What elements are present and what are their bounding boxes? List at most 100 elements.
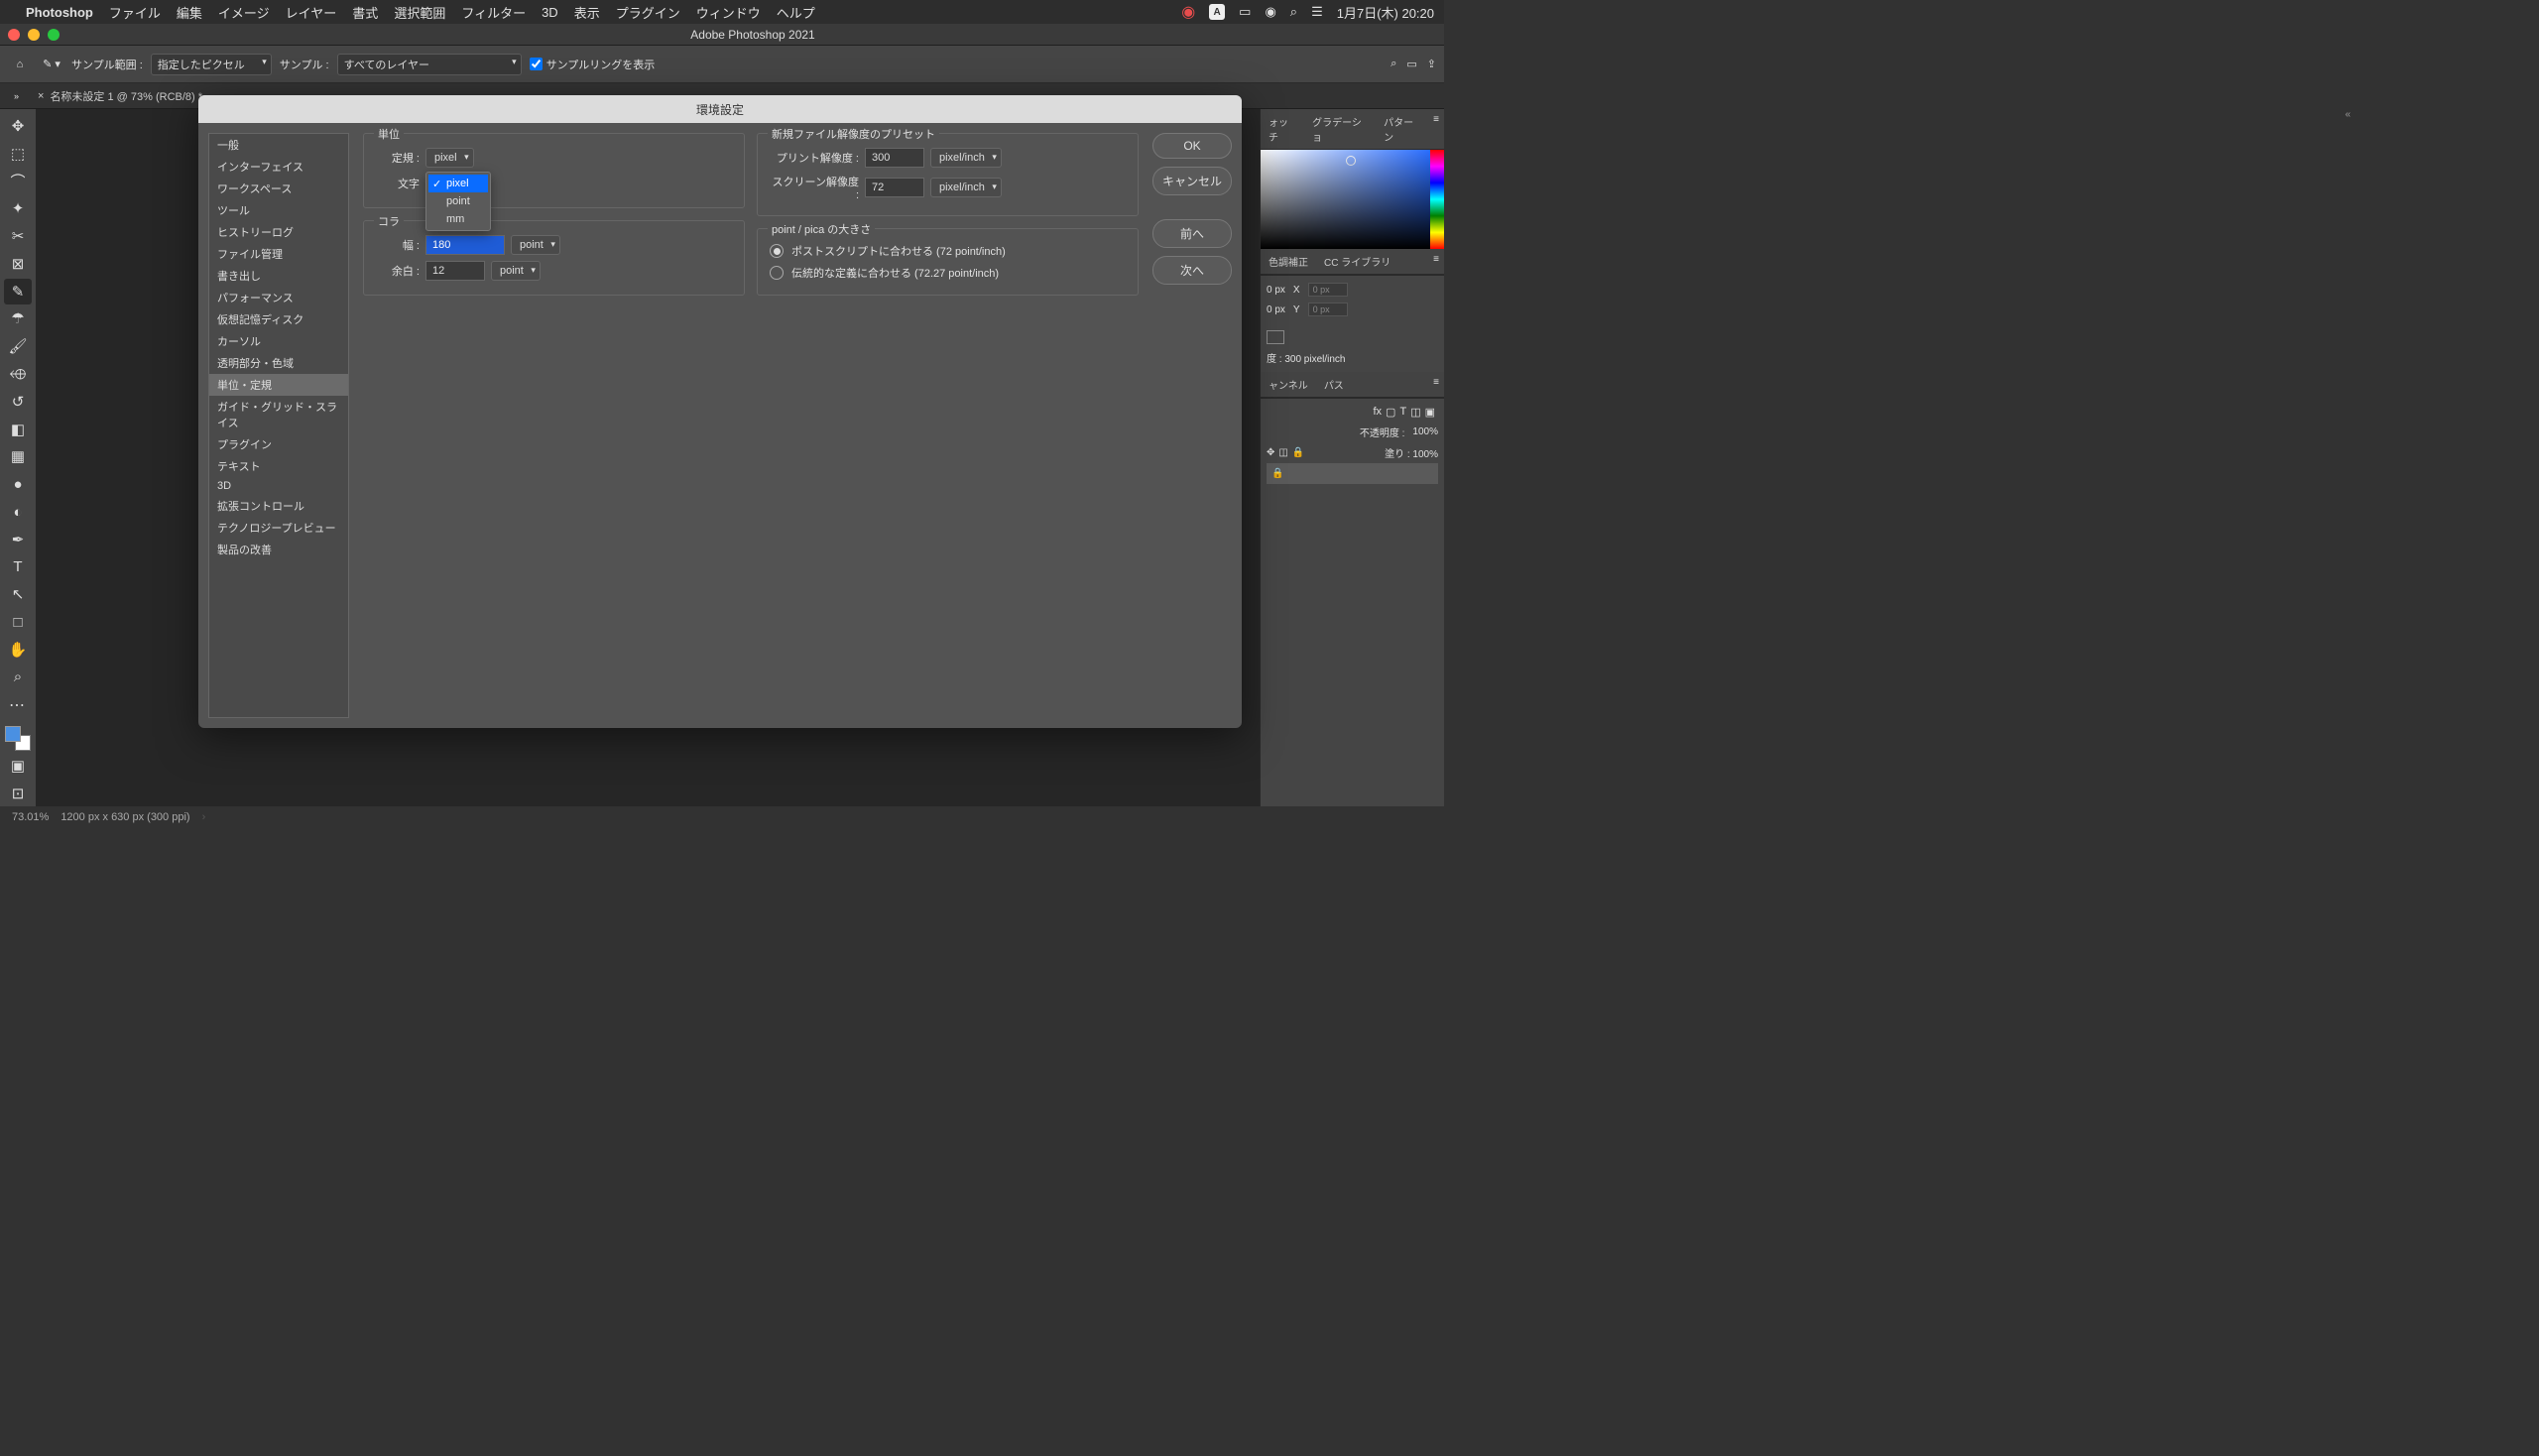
frame-tool[interactable]: ⊠	[4, 251, 32, 277]
app-name[interactable]: Photoshop	[26, 5, 93, 20]
screenmode-tool[interactable]: ⊡	[4, 781, 32, 806]
home-icon[interactable]: ⌂	[8, 53, 32, 76]
cc-library-tab[interactable]: CC ライブラリ	[1316, 249, 1398, 274]
ok-button[interactable]: OK	[1152, 133, 1232, 159]
search-icon[interactable]: ⌕	[1390, 58, 1396, 70]
canvas-icon[interactable]	[1267, 330, 1284, 344]
dodge-tool[interactable]: ◐	[4, 499, 32, 525]
zoom-level[interactable]: 73.01%	[12, 811, 49, 823]
sample-select[interactable]: すべてのレイヤー	[337, 54, 522, 75]
menu-image[interactable]: イメージ	[218, 3, 270, 22]
crop-icon[interactable]: ◫	[1410, 406, 1420, 419]
path-tab[interactable]: パス	[1316, 372, 1352, 397]
lock-icon[interactable]: 🔒	[1292, 447, 1304, 458]
menu-window[interactable]: ウィンドウ	[696, 3, 761, 22]
pref-tools[interactable]: ツール	[209, 199, 348, 221]
screen-res-input[interactable]	[865, 178, 924, 197]
history-brush-tool[interactable]: ↺	[4, 389, 32, 415]
gradient-tab[interactable]: グラデーショ	[1304, 109, 1376, 149]
pref-units-rulers[interactable]: 単位・定規	[209, 374, 348, 396]
pref-improve[interactable]: 製品の改善	[209, 539, 348, 560]
doc-info[interactable]: 1200 px x 630 px (300 ppi)	[60, 811, 189, 823]
menu-type[interactable]: 書式	[352, 3, 378, 22]
artboard-icon[interactable]: ▣	[1425, 406, 1435, 419]
pref-techpreview[interactable]: テクノロジープレビュー	[209, 517, 348, 539]
menu-filter[interactable]: フィルター	[461, 3, 526, 22]
prop-y-input[interactable]: 0 px	[1308, 303, 1348, 316]
pref-history[interactable]: ヒストリーログ	[209, 221, 348, 243]
lasso-tool[interactable]: ⌒	[4, 169, 32, 194]
lock-position-icon[interactable]: ◫	[1278, 447, 1287, 458]
move-tool[interactable]: ✥	[4, 113, 32, 139]
color-picker[interactable]	[1261, 150, 1430, 249]
next-button[interactable]: 次へ	[1152, 256, 1232, 285]
panel-menu-icon-2[interactable]: ≡	[1428, 249, 1444, 274]
eraser-tool[interactable]: ◧	[4, 417, 32, 442]
swatch-tab[interactable]: ォッチ	[1261, 109, 1304, 149]
pref-plugins[interactable]: プラグイン	[209, 433, 348, 455]
menu-plugin[interactable]: プラグイン	[616, 3, 680, 22]
prop-x-input[interactable]: 0 px	[1308, 283, 1348, 297]
pref-interface[interactable]: インターフェイス	[209, 156, 348, 178]
healing-tool[interactable]: ☂	[4, 306, 32, 332]
shape-tool[interactable]: □	[4, 609, 32, 635]
more-tools[interactable]: ⋯	[4, 692, 32, 718]
width-unit-select[interactable]: point	[511, 235, 560, 255]
pref-ext[interactable]: 拡張コントロール	[209, 495, 348, 517]
clone-tool[interactable]: ⬲	[4, 361, 32, 387]
gutter-input[interactable]	[425, 261, 485, 281]
clock[interactable]: 1月7日(木) 20:20	[1337, 3, 1434, 22]
pref-transparency[interactable]: 透明部分・色域	[209, 352, 348, 374]
menu-edit[interactable]: 編集	[177, 3, 202, 22]
share-icon[interactable]: ⇪	[1427, 58, 1436, 70]
traditional-radio[interactable]: 伝統的な定義に合わせる (72.27 point/inch)	[770, 265, 1126, 281]
print-res-unit[interactable]: pixel/inch	[930, 148, 1002, 168]
eyedropper-tool[interactable]: ✎	[4, 279, 32, 304]
spotlight-icon[interactable]: ⌕	[1290, 4, 1297, 20]
color-correct-tab[interactable]: 色調補正	[1261, 249, 1316, 274]
current-tool-icon[interactable]: ✎ ▾	[40, 53, 63, 76]
status-more-icon[interactable]: ›	[202, 811, 206, 823]
mask-icon[interactable]: ▢	[1386, 406, 1395, 419]
menu-select[interactable]: 選択範囲	[394, 3, 445, 22]
minimize-window-icon[interactable]	[28, 29, 40, 41]
menu-layer[interactable]: レイヤー	[286, 3, 337, 22]
ruler-unit-select[interactable]: pixel	[425, 148, 474, 168]
print-res-input[interactable]	[865, 148, 924, 168]
dropdown-pixel[interactable]: pixel	[428, 175, 488, 192]
pref-3d[interactable]: 3D	[209, 477, 348, 495]
dropdown-mm[interactable]: mm	[428, 210, 488, 228]
maximize-window-icon[interactable]	[48, 29, 60, 41]
sample-range-select[interactable]: 指定したピクセル	[151, 54, 272, 75]
panel-menu-icon[interactable]: ≡	[1428, 109, 1444, 149]
show-sample-ring-input[interactable]	[530, 58, 543, 70]
brush-tool[interactable]: 🖌	[4, 333, 32, 359]
quickmask-tool[interactable]: ▣	[4, 753, 32, 779]
gutter-unit-select[interactable]: point	[491, 261, 541, 281]
cancel-button[interactable]: キャンセル	[1152, 167, 1232, 195]
screen-res-unit[interactable]: pixel/inch	[930, 178, 1002, 197]
marquee-tool[interactable]: ⬚	[4, 141, 32, 167]
color-swatches[interactable]	[5, 726, 31, 752]
type-tool[interactable]: T	[4, 554, 32, 580]
channel-tab[interactable]: ャンネル	[1261, 372, 1316, 397]
type-icon[interactable]: T	[1399, 406, 1406, 419]
pref-file[interactable]: ファイル管理	[209, 243, 348, 265]
fx-icon[interactable]: fx	[1373, 406, 1382, 419]
pref-export[interactable]: 書き出し	[209, 265, 348, 287]
pref-workspace[interactable]: ワークスペース	[209, 178, 348, 199]
panel-menu-icon-3[interactable]: ≡	[1428, 372, 1444, 397]
lock-all-icon[interactable]: ✥	[1267, 447, 1274, 458]
pref-cursor[interactable]: カーソル	[209, 330, 348, 352]
pref-text[interactable]: テキスト	[209, 455, 348, 477]
tab-close-icon[interactable]: ×	[38, 90, 44, 102]
layer-lock-icon[interactable]: 🔒	[1271, 468, 1283, 479]
blur-tool[interactable]: ●	[4, 471, 32, 497]
menu-file[interactable]: ファイル	[109, 3, 161, 22]
pref-general[interactable]: 一般	[209, 134, 348, 156]
input-source-icon[interactable]: A	[1209, 4, 1225, 20]
close-window-icon[interactable]	[8, 29, 20, 41]
hue-slider[interactable]	[1430, 150, 1444, 249]
workspace-icon[interactable]: ▭	[1406, 58, 1416, 70]
crop-tool[interactable]: ✂	[4, 223, 32, 249]
